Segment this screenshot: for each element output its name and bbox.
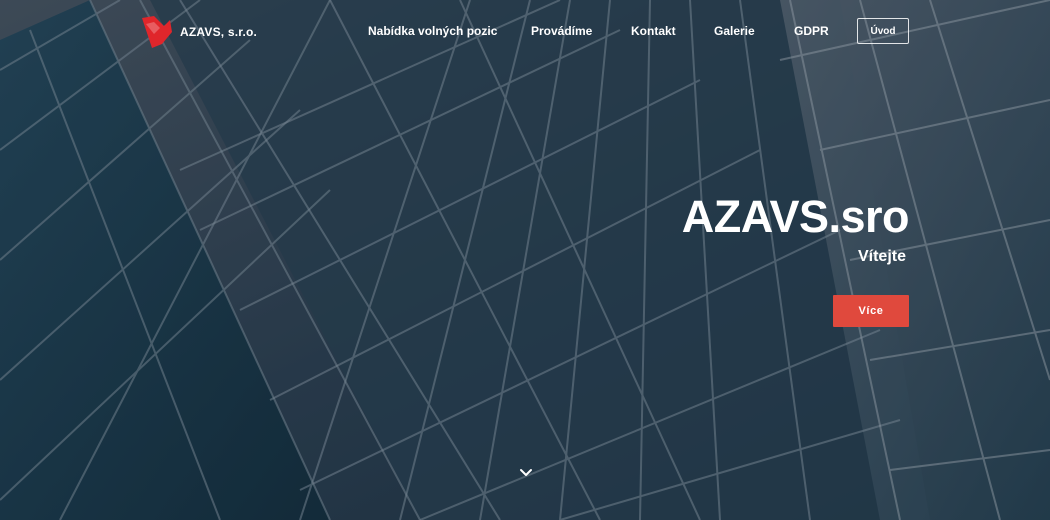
azavs-logo	[142, 16, 172, 48]
top-navigation: AZAVS, s.r.o. Nabídka volných pozic Prov…	[0, 0, 1050, 64]
hero-subtitle: Vítejte	[857, 248, 906, 265]
hero-section: AZAVS, s.r.o. Nabídka volných pozic Prov…	[0, 0, 1050, 520]
chevron-down-icon[interactable]	[518, 466, 534, 478]
brand-name: AZAVS, s.r.o.	[180, 25, 258, 39]
nav-item-gdpr[interactable]: GDPR	[794, 24, 829, 38]
nav-item-nabidka-volnych-pozic[interactable]: Nabídka volných pozic	[368, 24, 497, 38]
nav-item-galerie[interactable]: Galerie	[714, 24, 755, 38]
nav-item-provadime[interactable]: Provádíme	[531, 24, 592, 38]
hero-title: AZAVS.sro	[681, 191, 910, 242]
brand-link[interactable]: AZAVS, s.r.o.	[140, 14, 257, 50]
nav-item-kontakt[interactable]: Kontakt	[631, 24, 676, 38]
vice-button[interactable]: Více	[833, 295, 909, 327]
uvod-button[interactable]: Úvod	[857, 18, 909, 44]
